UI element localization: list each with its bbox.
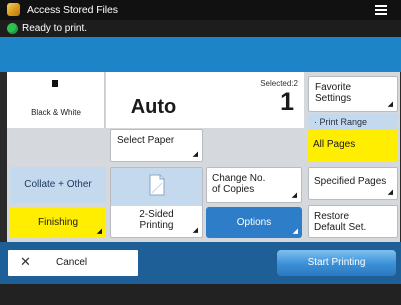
two-sided-printing-button[interactable]: 2-Sided Printing ◢ bbox=[110, 167, 203, 238]
paper-setting[interactable]: Auto bbox=[106, 72, 201, 128]
footer-bar bbox=[0, 284, 401, 305]
title-bar: Access Stored Files bbox=[0, 0, 401, 20]
all-pages-label: All Pages bbox=[313, 139, 356, 150]
blue-header-band bbox=[0, 37, 401, 72]
hamburger-menu-icon[interactable] bbox=[372, 3, 390, 17]
change-copies-label-1: Change No. bbox=[212, 173, 266, 184]
options-button[interactable]: Options ◢ bbox=[206, 207, 302, 238]
cancel-label: Cancel bbox=[56, 257, 88, 268]
restore-label-1: Restore bbox=[314, 211, 350, 222]
options-label: Options bbox=[236, 217, 272, 228]
print-range-header: · Print Range bbox=[308, 114, 398, 130]
corner-arrow-icon: ◢ bbox=[387, 101, 393, 108]
color-mode-label: Black & White bbox=[31, 108, 81, 117]
corner-arrow-icon: ◢ bbox=[291, 192, 297, 199]
black-white-icon bbox=[52, 80, 58, 87]
change-copies-button[interactable]: Change No. of Copies ◢ bbox=[206, 167, 302, 203]
select-paper-label: Select Paper bbox=[117, 135, 175, 146]
paper-value: Auto bbox=[130, 96, 177, 118]
print-range-label: Print Range bbox=[319, 117, 368, 127]
corner-arrow-icon: ◢ bbox=[192, 151, 198, 158]
collate-other-button[interactable]: Collate + Other bbox=[10, 167, 106, 203]
finishing-button[interactable]: Finishing ◢ bbox=[10, 207, 106, 238]
copies-setting[interactable]: Selected:2 1 bbox=[201, 72, 304, 128]
change-copies-label-2: of Copies bbox=[212, 184, 255, 195]
specified-pages-button[interactable]: Specified Pages ◢ bbox=[308, 167, 398, 200]
status-text: Ready to print. bbox=[22, 23, 88, 34]
selected-count: Selected:2 bbox=[260, 79, 298, 88]
close-icon: ✕ bbox=[20, 254, 31, 269]
corner-arrow-icon: ◢ bbox=[292, 228, 298, 235]
copies-count: 1 bbox=[280, 88, 294, 116]
specified-pages-label: Specified Pages bbox=[314, 176, 387, 187]
corner-arrow-icon: ◢ bbox=[96, 228, 102, 235]
two-sided-label-1: 2-Sided bbox=[139, 209, 174, 220]
corner-arrow-icon: ◢ bbox=[192, 227, 198, 234]
restore-default-button[interactable]: Restore Default Set. bbox=[308, 205, 398, 238]
favorite-label-2: Settings bbox=[315, 93, 352, 104]
ready-status-icon bbox=[7, 23, 18, 34]
status-bar: Ready to print. bbox=[0, 20, 401, 37]
start-printing-button[interactable]: Start Printing bbox=[277, 250, 396, 276]
window-title: Access Stored Files bbox=[27, 4, 118, 16]
printer-app-icon bbox=[7, 3, 20, 16]
two-sided-label-2: Printing bbox=[139, 220, 174, 231]
corner-arrow-icon: ◢ bbox=[387, 189, 393, 196]
all-pages-button[interactable]: All Pages bbox=[308, 130, 398, 162]
select-paper-button[interactable]: Select Paper ◢ bbox=[110, 129, 203, 162]
start-printing-label: Start Printing bbox=[307, 257, 366, 268]
finishing-label: Finishing bbox=[37, 217, 79, 228]
color-mode-setting[interactable]: Black & White bbox=[7, 72, 105, 128]
two-sided-document-icon bbox=[149, 174, 165, 196]
favorite-settings-button[interactable]: Favorite Settings ◢ bbox=[308, 76, 398, 112]
collate-other-label: Collate + Other bbox=[24, 179, 92, 190]
cancel-button[interactable]: ✕ Cancel bbox=[8, 250, 138, 276]
favorite-label-1: Favorite bbox=[315, 82, 352, 93]
restore-label-2: Default Set. bbox=[314, 222, 367, 233]
